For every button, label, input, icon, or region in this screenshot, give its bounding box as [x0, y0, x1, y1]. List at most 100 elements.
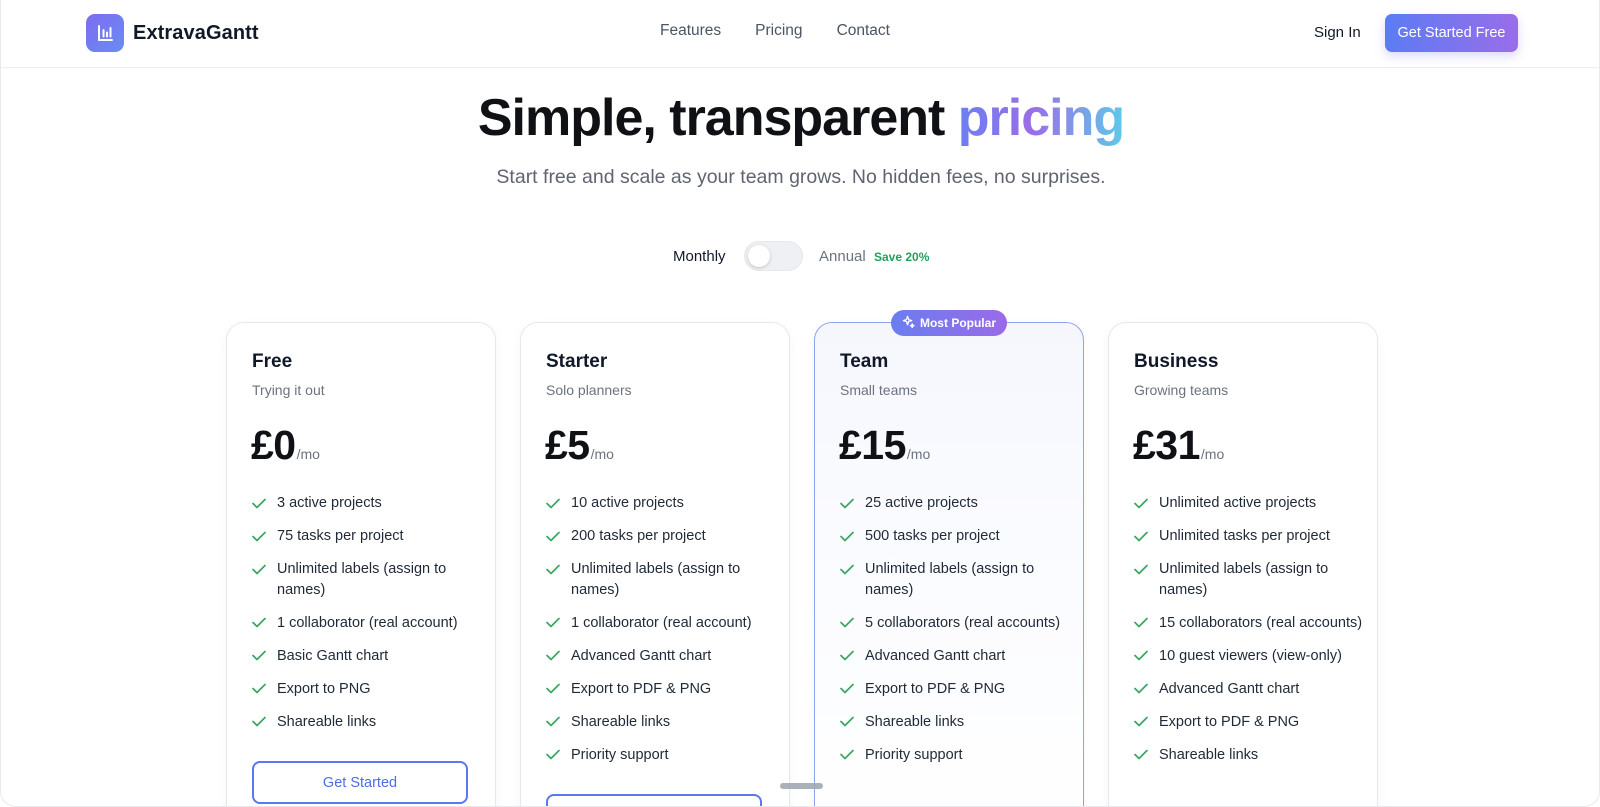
feature-text: 500 tasks per project — [865, 528, 1000, 544]
check-icon — [1134, 526, 1149, 546]
plan-name: Starter — [546, 351, 608, 372]
plan-name: Business — [1134, 351, 1219, 372]
price-period: /mo — [590, 446, 614, 462]
check-icon — [252, 712, 267, 732]
feature-item: Unlimited labels (assign to names) — [252, 559, 482, 600]
feature-item: Shareable links — [252, 712, 482, 733]
monthly-label[interactable]: Monthly — [673, 248, 726, 265]
price-period: /mo — [1200, 446, 1225, 462]
brand[interactable]: ExtravaGantt — [86, 14, 259, 52]
plan-price: £0 /mo — [251, 422, 320, 469]
feature-item: 200 tasks per project — [546, 526, 776, 547]
nav-links: Features Pricing Contact — [660, 22, 890, 40]
check-icon — [840, 559, 855, 579]
feature-text: 10 guest viewers (view-only) — [1159, 647, 1342, 664]
check-icon — [546, 613, 561, 633]
check-icon — [1134, 679, 1149, 699]
check-icon — [252, 679, 267, 699]
feature-text: Basic Gantt chart — [277, 647, 389, 664]
most-popular-label: Most Popular — [919, 316, 996, 330]
check-icon — [546, 526, 561, 546]
feature-text: Advanced Gantt chart — [865, 647, 1006, 664]
nav-link-contact[interactable]: Contact — [837, 22, 890, 40]
feature-list: 25 active projects 500 tasks per project… — [840, 493, 1070, 778]
plan-tagline: Trying it out — [252, 382, 325, 398]
plan-price: £15 /mo — [839, 422, 930, 469]
check-icon — [1134, 745, 1149, 765]
feature-item: Priority support — [840, 745, 1070, 766]
check-icon — [546, 559, 561, 579]
billing-toggle[interactable] — [744, 241, 803, 271]
feature-item: Shareable links — [1134, 745, 1364, 766]
check-icon — [546, 712, 561, 732]
feature-text: Unlimited tasks per project — [1159, 528, 1330, 544]
plan-card-business: Business Growing teams £31 /mo Unlimited… — [1108, 322, 1378, 806]
feature-item: 1 collaborator (real account) — [252, 613, 482, 634]
title-highlight: pricing — [957, 89, 1125, 147]
feature-text: 1 collaborator (real account) — [571, 614, 752, 631]
feature-item: Shareable links — [840, 712, 1070, 733]
get-started-button[interactable]: Get Started — [252, 761, 468, 804]
feature-item: 5 collaborators (real accounts) — [840, 613, 1070, 634]
price-amount: £5 — [545, 422, 590, 468]
feature-text: Export to PNG — [277, 680, 371, 697]
feature-text: Unlimited labels (assign to names) — [865, 561, 1035, 598]
feature-text: 75 tasks per project — [277, 528, 404, 544]
feature-list: 3 active projects 75 tasks per project U… — [252, 493, 482, 745]
feature-text: Export to PDF & PNG — [571, 680, 712, 697]
feature-text: Shareable links — [1159, 746, 1259, 763]
feature-item: Unlimited labels (assign to names) — [1134, 559, 1364, 600]
feature-text: Unlimited labels (assign to names) — [1159, 561, 1329, 598]
check-icon — [1134, 613, 1149, 633]
scroll-indicator[interactable] — [780, 783, 823, 789]
page-subtitle: Start free and scale as your team grows.… — [496, 166, 1106, 188]
check-icon — [1134, 493, 1149, 513]
annual-label[interactable]: Annual — [819, 248, 866, 265]
feature-item: Shareable links — [546, 712, 776, 733]
nav-link-features[interactable]: Features — [660, 22, 721, 40]
sign-in-link[interactable]: Sign In — [1314, 24, 1361, 41]
feature-item: 3 active projects — [252, 493, 482, 514]
feature-text: Export to PDF & PNG — [865, 680, 1006, 697]
feature-item: 10 active projects — [546, 493, 776, 514]
check-icon — [1134, 559, 1149, 579]
plan-tagline: Growing teams — [1134, 382, 1229, 398]
feature-text: 1 collaborator (real account) — [277, 614, 458, 631]
feature-text: Shareable links — [277, 713, 377, 730]
most-popular-badge: Most Popular — [891, 310, 1007, 336]
feature-text: Unlimited active projects — [1159, 495, 1317, 511]
feature-text: 3 active projects — [277, 495, 382, 511]
chart-bars-icon — [86, 14, 124, 52]
feature-list: 10 active projects 200 tasks per project… — [546, 493, 776, 778]
plan-card-team: Team Small teams £15 /mo 25 active proje… — [814, 322, 1084, 806]
feature-text: 10 active projects — [571, 495, 684, 511]
nav-link-pricing[interactable]: Pricing — [755, 22, 802, 40]
feature-text: 200 tasks per project — [571, 528, 706, 544]
billing-toggle-group: Monthly Annual Save 20% — [1, 241, 1599, 271]
check-icon — [840, 526, 855, 546]
sparkle-icon — [902, 315, 915, 331]
brand-name: ExtravaGantt — [133, 21, 259, 44]
check-icon — [546, 745, 561, 765]
check-icon — [840, 712, 855, 732]
check-icon — [252, 526, 267, 546]
price-period: /mo — [906, 446, 931, 462]
plan-tagline: Solo planners — [546, 382, 632, 398]
feature-item: Priority support — [546, 745, 776, 766]
check-icon — [840, 493, 855, 513]
get-started-free-button[interactable]: Get Started Free — [1385, 14, 1518, 52]
feature-item: Unlimited tasks per project — [1134, 526, 1364, 547]
save-badge: Save 20% — [874, 250, 930, 264]
feature-text: 25 active projects — [865, 495, 978, 511]
feature-text: Unlimited labels (assign to names) — [571, 561, 741, 598]
plan-button[interactable] — [546, 794, 762, 806]
check-icon — [252, 613, 267, 633]
feature-item: Basic Gantt chart — [252, 646, 482, 667]
feature-item: Unlimited labels (assign to names) — [546, 559, 776, 600]
check-icon — [840, 613, 855, 633]
feature-text: Unlimited labels (assign to names) — [277, 561, 447, 598]
feature-item: Export to PDF & PNG — [840, 679, 1070, 700]
feature-text: Export to PDF & PNG — [1159, 713, 1300, 730]
toggle-knob — [748, 245, 770, 267]
feature-text: Shareable links — [571, 713, 671, 730]
